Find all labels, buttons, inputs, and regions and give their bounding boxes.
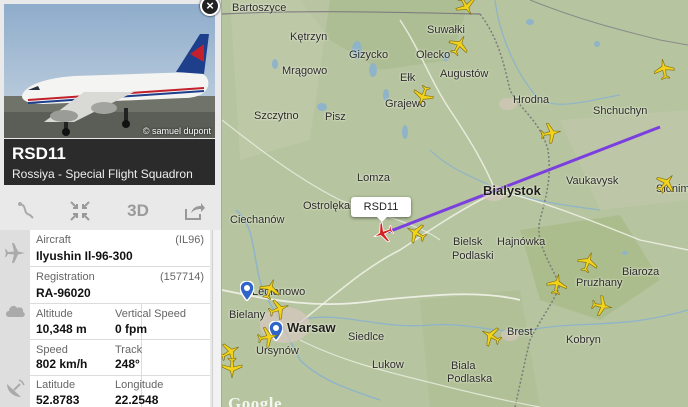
city-label: Ciechanów (230, 214, 285, 226)
airplane-icon (3, 242, 27, 266)
city-label: Kętrzyn (290, 31, 328, 43)
photo-credit: © samuel dupont (142, 126, 211, 136)
registration-code: (157714) (159, 271, 204, 283)
city-label: Pruzhany (576, 277, 623, 289)
city-label: Mrągowo (282, 65, 328, 77)
aircraft-marker-icon[interactable] (577, 251, 599, 273)
satellite-dish-icon (3, 378, 27, 402)
airplane-photo-image (4, 4, 215, 138)
aircraft-marker-icon[interactable] (259, 278, 281, 300)
aircraft-marker-icon[interactable] (546, 273, 568, 295)
aircraft-marker-icon[interactable] (268, 298, 290, 320)
city-label: Hrodna (513, 94, 550, 106)
collapse-arrows-icon (70, 201, 90, 221)
city-label: Bielsk (453, 236, 483, 248)
flight-operator: Rossiya - Special Flight Squadron (12, 167, 193, 181)
aircraft-marker-icon[interactable] (655, 172, 677, 194)
registration-label: Registration (36, 271, 95, 283)
aircraft-marker-icon[interactable] (480, 325, 502, 347)
aircraft-marker-icon[interactable] (221, 357, 243, 379)
city-label: Augustów (440, 68, 489, 80)
city-label: Vaukavysk (566, 175, 619, 187)
city-label: Bartoszyce (232, 2, 287, 14)
panel-toolbar: 3D (0, 192, 221, 230)
city-label: Brest (507, 326, 533, 338)
city-label: Lomza (357, 172, 391, 184)
aircraft-row: Aircraft (IL96) Ilyushin Il-96-300 (30, 230, 210, 266)
city-label: Ostrolęka (303, 200, 351, 212)
city-label: Siedlce (348, 331, 385, 343)
aircraft-marker-icon[interactable] (540, 122, 562, 144)
city-label: Szczytno (254, 110, 299, 122)
share-button[interactable] (174, 196, 214, 226)
latitude-value: 52.8783 (36, 393, 80, 407)
city-label: Ełk (400, 72, 416, 84)
city-label: Lukow (372, 359, 404, 371)
view-3d-button[interactable]: 3D (118, 196, 158, 226)
altitude-row: Altitude 10,348 m Vertical Speed 0 fpm (30, 303, 210, 340)
city-label: Kobryn (566, 334, 601, 346)
city-label: Warsaw (287, 320, 336, 335)
fullscreen-button[interactable] (60, 196, 100, 226)
close-panel-button[interactable]: × (200, 0, 220, 16)
map-provider-logo: Google (228, 394, 282, 407)
registration-row: Registration (157714) RA-96020 (30, 266, 210, 303)
city-label: Bialystok (483, 183, 541, 198)
flight-callsign: RSD11 (12, 144, 66, 163)
location-pin-icon[interactable] (239, 280, 255, 303)
aircraft-marker-icon[interactable] (591, 295, 613, 317)
city-label: Olecko (416, 49, 451, 61)
speed-row: Speed 802 km/h Track 248° (30, 339, 210, 376)
latitude-label: Latitude (36, 379, 76, 391)
panel-scrollbar[interactable] (212, 230, 221, 407)
flight-info-panel: © samuel dupont × RSD11 Rossiya - Specia… (0, 0, 222, 407)
speed-label: Speed (36, 344, 68, 356)
aircraft-marker-icon[interactable] (405, 222, 427, 244)
share-icon (185, 203, 205, 220)
aircraft-value: Ilyushin Il-96-300 (36, 249, 133, 263)
track-value: 248° (115, 357, 140, 371)
vertical-speed-value: 0 fpm (115, 322, 148, 336)
city-label: Biaroza (622, 266, 660, 278)
position-row: Latitude 52.8783 Longitude 22.2548 (30, 375, 210, 407)
selected-flight-label[interactable]: RSD11 (351, 197, 411, 222)
route-button[interactable] (6, 196, 46, 226)
cloud-icon (3, 302, 27, 326)
aircraft-label: Aircraft (36, 234, 71, 246)
longitude-label: Longitude (115, 379, 164, 391)
aircraft-marker-icon[interactable] (455, 0, 477, 17)
altitude-label: Altitude (36, 308, 73, 320)
aircraft-photo: © samuel dupont (4, 4, 215, 138)
aircraft-marker-icon[interactable] (653, 58, 675, 80)
city-label: Biala (451, 360, 476, 372)
aircraft-marker-icon[interactable] (257, 326, 279, 348)
route-icon (18, 202, 34, 219)
city-label: Hajnówka (497, 236, 546, 248)
aircraft-code: (IL96) (175, 234, 204, 246)
city-label: Gizycko (349, 49, 389, 61)
track-label: Track (115, 344, 143, 356)
aircraft-marker-icon[interactable] (448, 34, 470, 56)
city-label: Bielany (229, 309, 266, 321)
city-label: Podlaski (452, 250, 494, 262)
close-icon: × (206, 0, 214, 13)
city-label: Podlaska (447, 373, 493, 385)
speed-value: 802 km/h (36, 357, 88, 371)
longitude-value: 22.2548 (115, 393, 159, 407)
panel-side-icons (0, 230, 30, 407)
selected-aircraft-icon[interactable] (372, 222, 394, 244)
city-label: Shchuchyn (593, 105, 648, 117)
aircraft-marker-icon[interactable] (412, 85, 434, 107)
vertical-speed-label: Vertical Speed (115, 308, 186, 320)
registration-value: RA-96020 (36, 286, 91, 300)
altitude-value: 10,348 m (36, 322, 87, 336)
flight-header: RSD11 Rossiya - Special Flight Squadron (4, 139, 215, 185)
city-label: Pisz (325, 111, 346, 123)
